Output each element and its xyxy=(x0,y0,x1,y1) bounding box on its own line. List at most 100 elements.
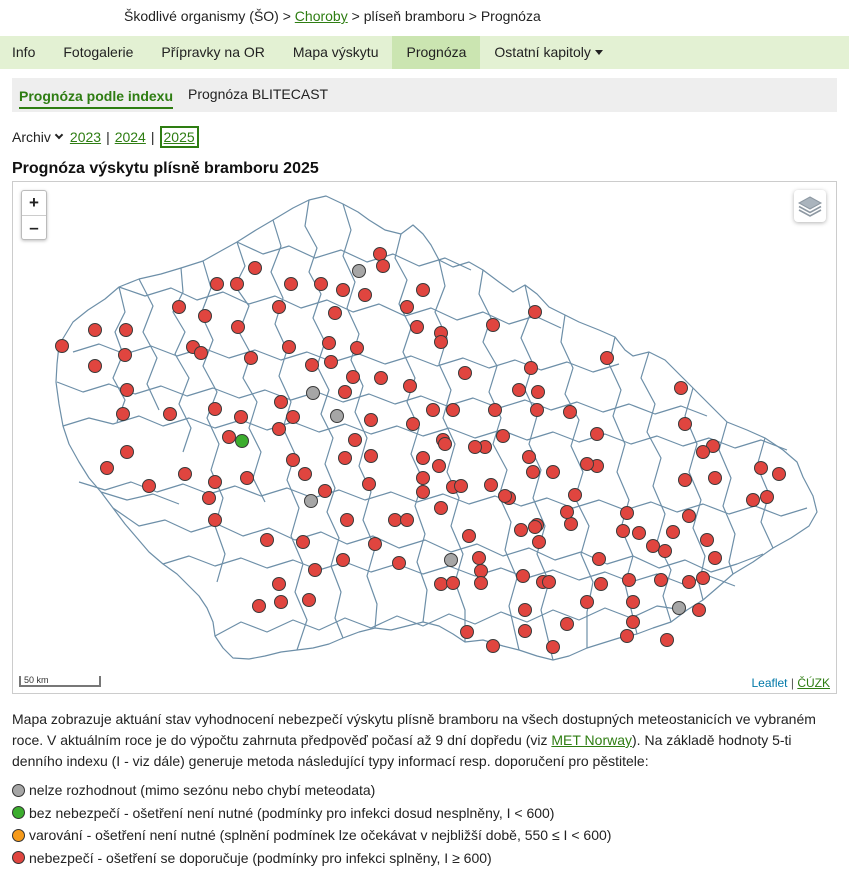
station-marker-red[interactable] xyxy=(754,461,768,475)
archiv-select[interactable]: Archiv xyxy=(12,129,70,145)
year-link-2024[interactable]: 2024 xyxy=(115,129,146,145)
nav-item-fotogalerie[interactable]: Fotogalerie xyxy=(49,36,147,69)
station-marker-red[interactable] xyxy=(488,403,502,417)
station-marker-red[interactable] xyxy=(708,471,722,485)
nav-item-info[interactable]: Info xyxy=(0,36,49,69)
station-marker-red[interactable] xyxy=(364,413,378,427)
station-marker-red[interactable] xyxy=(518,624,532,638)
station-marker-red[interactable] xyxy=(284,277,298,291)
station-marker-red[interactable] xyxy=(696,571,710,585)
station-marker-red[interactable] xyxy=(678,417,692,431)
station-marker-red[interactable] xyxy=(403,379,417,393)
station-marker-red[interactable] xyxy=(484,478,498,492)
station-marker-red[interactable] xyxy=(654,573,668,587)
station-marker-red[interactable] xyxy=(620,629,634,643)
station-marker-red[interactable] xyxy=(400,300,414,314)
station-marker-red[interactable] xyxy=(308,563,322,577)
station-marker-red[interactable] xyxy=(314,277,328,291)
station-marker-red[interactable] xyxy=(274,395,288,409)
station-marker-red[interactable] xyxy=(388,513,402,527)
station-marker-red[interactable] xyxy=(462,529,476,543)
station-marker-red[interactable] xyxy=(358,288,372,302)
met-norway-link[interactable]: MET Norway xyxy=(551,732,632,748)
station-marker-gray[interactable] xyxy=(672,601,686,615)
station-marker-red[interactable] xyxy=(446,403,460,417)
station-marker-red[interactable] xyxy=(368,537,382,551)
station-marker-red[interactable] xyxy=(600,351,614,365)
station-marker-red[interactable] xyxy=(119,323,133,337)
station-marker-red[interactable] xyxy=(248,261,262,275)
station-marker-red[interactable] xyxy=(416,485,430,499)
station-marker-red[interactable] xyxy=(272,422,286,436)
station-marker-red[interactable] xyxy=(274,595,288,609)
station-marker-red[interactable] xyxy=(336,283,350,297)
map-container[interactable]: + – 50 km Leaflet | ČÚZK xyxy=(12,181,837,694)
station-marker-red[interactable] xyxy=(120,383,134,397)
station-marker-red[interactable] xyxy=(336,553,350,567)
station-marker-red[interactable] xyxy=(486,639,500,653)
station-marker-red[interactable] xyxy=(474,564,488,578)
station-marker-red[interactable] xyxy=(328,306,342,320)
nav-item-prognoza[interactable]: Prognóza xyxy=(392,36,481,69)
station-marker-red[interactable] xyxy=(528,305,542,319)
station-marker-red[interactable] xyxy=(512,383,526,397)
station-marker-red[interactable] xyxy=(406,417,420,431)
station-marker-red[interactable] xyxy=(234,410,248,424)
station-marker-red[interactable] xyxy=(438,437,452,451)
station-marker-red[interactable] xyxy=(230,277,244,291)
station-marker-red[interactable] xyxy=(272,577,286,591)
station-marker-red[interactable] xyxy=(178,467,192,481)
station-marker-red[interactable] xyxy=(194,346,208,360)
year-link-2023[interactable]: 2023 xyxy=(70,129,101,145)
station-marker-red[interactable] xyxy=(376,259,390,273)
station-marker-red[interactable] xyxy=(88,359,102,373)
station-marker-red[interactable] xyxy=(674,381,688,395)
station-marker-red[interactable] xyxy=(496,429,510,443)
station-marker-red[interactable] xyxy=(416,451,430,465)
station-marker-red[interactable] xyxy=(302,593,316,607)
station-marker-red[interactable] xyxy=(260,533,274,547)
station-marker-red[interactable] xyxy=(700,533,714,547)
station-marker-red[interactable] xyxy=(594,577,608,591)
station-marker-red[interactable] xyxy=(318,484,332,498)
station-marker-red[interactable] xyxy=(528,520,542,534)
station-marker-red[interactable] xyxy=(666,525,680,539)
station-marker-red[interactable] xyxy=(202,491,216,505)
station-marker-red[interactable] xyxy=(622,573,636,587)
station-marker-red[interactable] xyxy=(210,277,224,291)
station-marker-red[interactable] xyxy=(458,366,472,380)
station-marker-red[interactable] xyxy=(560,505,574,519)
station-marker-red[interactable] xyxy=(546,640,560,654)
station-marker-red[interactable] xyxy=(100,461,114,475)
station-marker-red[interactable] xyxy=(692,603,706,617)
station-marker-red[interactable] xyxy=(542,575,556,589)
station-marker-red[interactable] xyxy=(522,450,536,464)
station-marker-red[interactable] xyxy=(564,517,578,531)
station-marker-red[interactable] xyxy=(616,524,630,538)
station-marker-red[interactable] xyxy=(298,467,312,481)
station-marker-red[interactable] xyxy=(231,320,245,334)
tab-prognoza-podle-indexu[interactable]: Prognóza podle indexu xyxy=(19,83,174,109)
station-marker-red[interactable] xyxy=(696,445,710,459)
station-marker-red[interactable] xyxy=(118,348,132,362)
zoom-in-button[interactable]: + xyxy=(22,191,46,215)
station-marker-red[interactable] xyxy=(590,427,604,441)
station-marker-red[interactable] xyxy=(208,402,222,416)
station-marker-red[interactable] xyxy=(350,341,364,355)
station-marker-red[interactable] xyxy=(546,465,560,479)
station-marker-red[interactable] xyxy=(346,370,360,384)
nav-item-mapa-vyskytu[interactable]: Mapa výskytu xyxy=(279,36,393,69)
station-marker-red[interactable] xyxy=(198,309,212,323)
station-marker-red[interactable] xyxy=(282,340,296,354)
station-marker-red[interactable] xyxy=(240,471,254,485)
station-marker-red[interactable] xyxy=(474,576,488,590)
station-marker-gray[interactable] xyxy=(444,553,458,567)
station-marker-red[interactable] xyxy=(252,599,266,613)
station-marker-red[interactable] xyxy=(172,300,186,314)
station-marker-red[interactable] xyxy=(244,351,258,365)
station-marker-red[interactable] xyxy=(708,551,722,565)
station-marker-red[interactable] xyxy=(518,603,532,617)
station-marker-red[interactable] xyxy=(272,300,286,314)
station-marker-red[interactable] xyxy=(296,535,310,549)
station-marker-red[interactable] xyxy=(434,501,448,515)
